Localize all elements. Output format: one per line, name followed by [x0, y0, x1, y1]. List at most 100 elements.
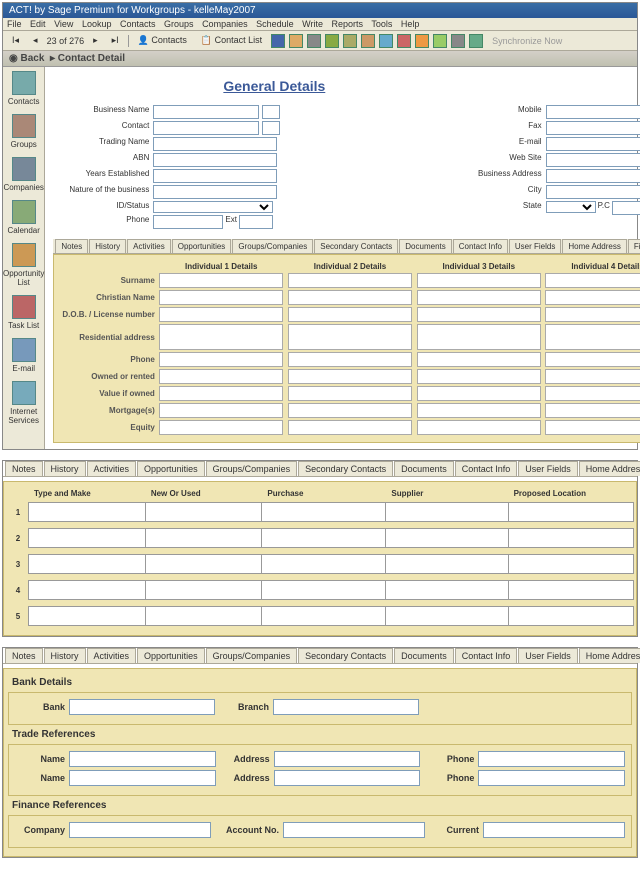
contact-lookup[interactable] [262, 121, 280, 135]
tab-opportunities[interactable]: Opportunities [172, 239, 232, 253]
director-cell[interactable] [417, 352, 542, 367]
tab-opportunities[interactable]: Opportunities [137, 648, 205, 663]
equipment-cell[interactable] [145, 580, 264, 600]
contact-list-button[interactable]: 📋 Contact List [196, 33, 267, 48]
director-cell[interactable] [288, 324, 413, 350]
director-cell[interactable] [288, 290, 413, 305]
director-cell[interactable] [545, 386, 640, 401]
tab-contact-info[interactable]: Contact Info [455, 461, 518, 476]
equipment-cell[interactable] [145, 606, 264, 626]
open-icon[interactable] [289, 34, 303, 48]
state-select[interactable] [546, 201, 596, 213]
tab-home-address[interactable]: Home Address [579, 461, 640, 476]
director-cell[interactable] [159, 273, 284, 288]
tab-notes[interactable]: Notes [55, 239, 88, 253]
sidebar-companies[interactable]: Companies [3, 157, 44, 192]
tab-groups-companies[interactable]: Groups/Companies [232, 239, 313, 253]
tab-activities[interactable]: Activities [127, 239, 171, 253]
equipment-cell[interactable] [261, 606, 387, 626]
director-cell[interactable] [288, 273, 413, 288]
tab-history[interactable]: History [44, 461, 86, 476]
equipment-cell[interactable] [145, 554, 264, 574]
tool-icon[interactable] [379, 34, 393, 48]
director-cell[interactable] [288, 307, 413, 322]
trade-phone1-field[interactable] [478, 751, 625, 767]
director-cell[interactable] [545, 273, 640, 288]
contact-field[interactable] [153, 121, 259, 135]
trading-name-field[interactable] [153, 137, 277, 151]
director-cell[interactable] [417, 324, 542, 350]
trade-name1-field[interactable] [69, 751, 216, 767]
business-name-lookup[interactable] [262, 105, 280, 119]
equipment-cell[interactable] [385, 554, 509, 574]
trade-name2-field[interactable] [69, 770, 216, 786]
director-cell[interactable] [545, 324, 640, 350]
tab-secondary-contacts[interactable]: Secondary Contacts [298, 461, 393, 476]
equipment-cell[interactable] [28, 502, 147, 522]
tab-history[interactable]: History [89, 239, 126, 253]
address-field[interactable] [546, 169, 640, 183]
nav-first-button[interactable]: I◂ [7, 33, 24, 48]
director-cell[interactable] [288, 403, 413, 418]
sidebar-opportunity[interactable]: Opportunity List [3, 243, 44, 287]
menu-write[interactable]: Write [302, 19, 323, 29]
director-cell[interactable] [159, 420, 284, 435]
tab-secondary-contacts[interactable]: Secondary Contacts [298, 648, 393, 663]
menu-edit[interactable]: Edit [30, 19, 46, 29]
director-cell[interactable] [159, 290, 284, 305]
equipment-cell[interactable] [28, 606, 147, 626]
tab-contact-info[interactable]: Contact Info [455, 648, 518, 663]
menu-lookup[interactable]: Lookup [82, 19, 112, 29]
trade-addr1-field[interactable] [274, 751, 421, 767]
abn-field[interactable] [153, 153, 277, 167]
director-cell[interactable] [288, 352, 413, 367]
fax-field[interactable] [546, 121, 640, 135]
menu-reports[interactable]: Reports [332, 19, 364, 29]
tool4-icon[interactable] [433, 34, 447, 48]
director-cell[interactable] [288, 420, 413, 435]
director-cell[interactable] [159, 386, 284, 401]
bank-field[interactable] [69, 699, 215, 715]
equipment-cell[interactable] [261, 554, 387, 574]
tab-documents[interactable]: Documents [394, 648, 454, 663]
director-cell[interactable] [159, 307, 284, 322]
tab-groups-companies[interactable]: Groups/Companies [206, 648, 298, 663]
tab-activities[interactable]: Activities [87, 461, 137, 476]
mobile-field[interactable] [546, 105, 640, 119]
equipment-cell[interactable] [261, 580, 387, 600]
equipment-cell[interactable] [261, 528, 387, 548]
equipment-cell[interactable] [145, 528, 264, 548]
equipment-cell[interactable] [508, 502, 634, 522]
phone-field[interactable] [153, 215, 223, 229]
company-field[interactable] [69, 822, 211, 838]
city-field[interactable] [546, 185, 640, 199]
tab-activities[interactable]: Activities [87, 648, 137, 663]
sidebar-calendar[interactable]: Calendar [3, 200, 44, 235]
back-button[interactable]: ◉ Back [9, 53, 44, 64]
equipment-cell[interactable] [508, 606, 634, 626]
years-field[interactable] [153, 169, 277, 183]
tab-user-fields[interactable]: User Fields [518, 648, 578, 663]
menu-companies[interactable]: Companies [202, 19, 248, 29]
tab-documents[interactable]: Documents [394, 461, 454, 476]
equipment-cell[interactable] [385, 502, 509, 522]
director-cell[interactable] [545, 307, 640, 322]
director-cell[interactable] [288, 386, 413, 401]
tool2-icon[interactable] [397, 34, 411, 48]
tab-finance[interactable]: Finance [628, 239, 640, 253]
menu-contacts[interactable]: Contacts [120, 19, 156, 29]
director-cell[interactable] [417, 403, 542, 418]
tab-documents[interactable]: Documents [399, 239, 451, 253]
print-icon[interactable] [307, 34, 321, 48]
equipment-cell[interactable] [508, 580, 634, 600]
menu-view[interactable]: View [54, 19, 73, 29]
director-cell[interactable] [545, 420, 640, 435]
account-field[interactable] [283, 822, 425, 838]
tab-home-address[interactable]: Home Address [579, 648, 640, 663]
tab-groups-companies[interactable]: Groups/Companies [206, 461, 298, 476]
paste-icon[interactable] [361, 34, 375, 48]
copy-icon[interactable] [343, 34, 357, 48]
menu-schedule[interactable]: Schedule [256, 19, 294, 29]
director-cell[interactable] [159, 403, 284, 418]
equipment-cell[interactable] [145, 502, 264, 522]
